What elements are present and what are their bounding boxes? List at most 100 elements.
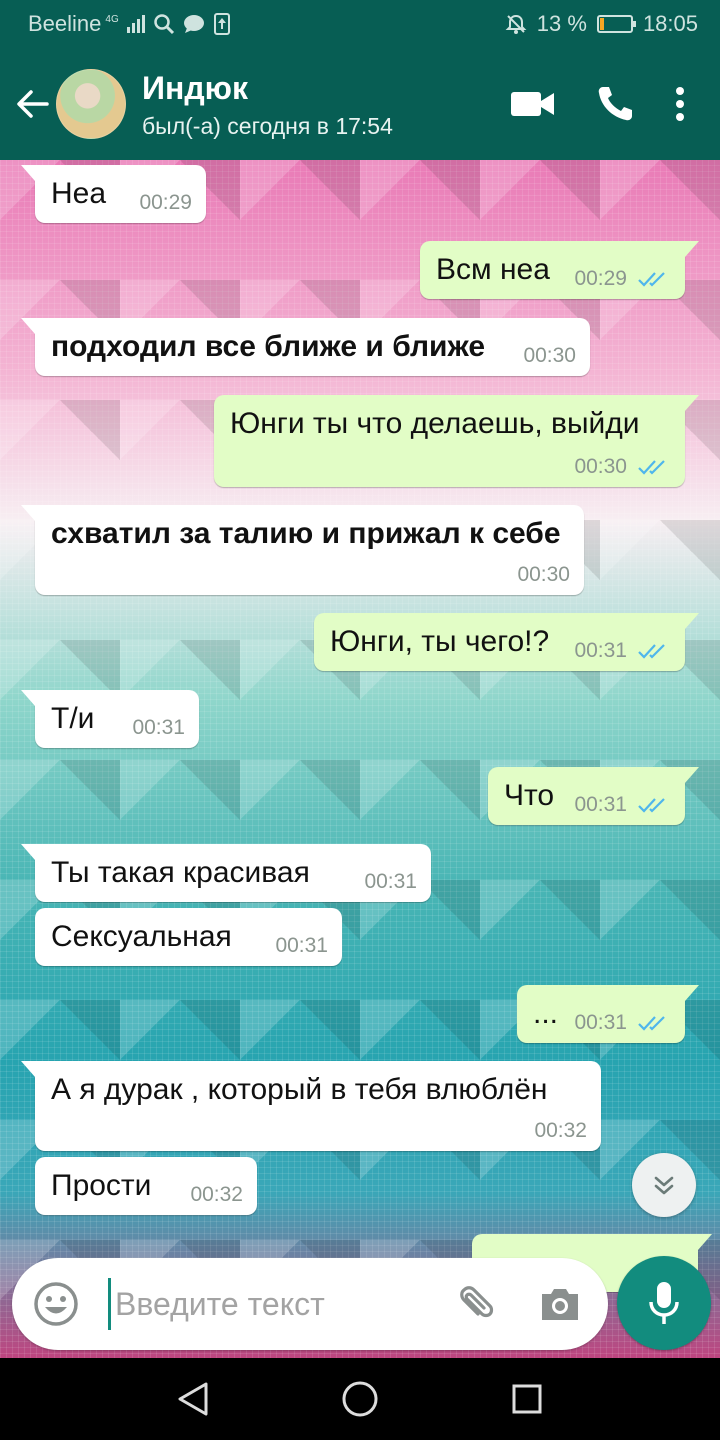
triangle-back-icon [178,1382,208,1416]
message-time: 00:30 [523,344,576,367]
read-ticks-icon [638,272,665,287]
message-text: Сексуальная [51,920,232,953]
read-ticks-icon [638,644,665,659]
message-time: 00:31 [275,934,328,957]
message-time: 00:31 [574,1011,627,1034]
message-meta: 00:31 [275,934,328,958]
paperclip-icon [460,1286,494,1318]
attach-button[interactable] [448,1280,498,1330]
message-input[interactable] [108,1278,438,1330]
more-menu-button[interactable] [650,48,710,160]
message-incoming[interactable]: Сексуальная 00:31 [35,908,342,966]
message-meta: 00:29 [574,267,671,291]
read-ticks-icon [638,460,665,475]
emoji-icon [34,1282,78,1326]
message-time: 00:29 [574,267,627,290]
message-time: 00:32 [534,1119,587,1142]
camera-icon [542,1289,578,1320]
video-call-button[interactable] [498,48,568,160]
message-incoming[interactable]: Ты такая красивая 00:31 [21,844,431,902]
message-meta: 00:31 [574,1011,671,1035]
message-text: Неа [51,177,107,210]
battery-icon [596,15,636,33]
message-time: 00:32 [190,1183,243,1206]
emoji-button[interactable] [32,1280,80,1328]
circle-home-icon [342,1381,378,1417]
message-text: схватил за талию и прижал к себе [51,517,561,550]
message-time: 00:31 [364,870,417,893]
phone-icon [598,87,632,121]
network-type: 4G [105,14,119,25]
status-bar: Beeline 4G 13 % 18:05 [0,0,720,48]
message-outgoing[interactable]: Юнги, ты чего!? 00:31 [314,613,699,671]
message-incoming[interactable]: А я дурак , который в тебя влюблён 00:32 [21,1061,601,1151]
message-text: Прости [51,1169,152,1202]
mic-icon [649,1282,679,1324]
message-text: Т/и [51,702,95,735]
read-ticks-icon [638,798,665,813]
search-icon [153,14,174,35]
message-meta: 00:29 [139,191,192,215]
avatar[interactable] [56,69,126,139]
video-call-icon [511,92,554,116]
message-meta: 00:32 [534,1119,587,1143]
message-text: Что [504,779,555,812]
scroll-to-bottom-button[interactable] [632,1153,696,1217]
message-text: Ты такая красивая [51,856,310,889]
message-text: Юнги ты что делаешь, выйди [230,407,640,440]
message-meta: 00:31 [364,870,417,894]
voice-message-button[interactable] [617,1256,711,1350]
message-time: 00:31 [132,716,185,739]
message-incoming[interactable]: Т/и 00:31 [21,690,199,748]
message-text: Всм неа [436,253,550,286]
status-left: Beeline 4G [28,11,231,37]
message-meta: 00:30 [523,344,576,368]
camera-button[interactable] [538,1282,582,1326]
message-outgoing[interactable]: Что 00:31 [488,767,699,825]
arrow-left-icon [17,90,49,118]
message-incoming[interactable]: подходил все ближе и ближе 00:30 [21,318,590,376]
message-incoming[interactable]: Неа 00:29 [21,165,206,223]
last-seen: был(-а) сегодня в 17:54 [142,112,393,139]
chat-header: Индюк был(-а) сегодня в 17:54 [0,48,720,160]
battery-percent: 13 % [536,11,587,36]
status-right: 13 % 18:05 [505,11,698,37]
message-incoming[interactable]: Прости 00:32 [35,1157,257,1215]
voice-call-button[interactable] [580,48,650,160]
message-time: 00:30 [574,455,627,478]
message-meta: 00:32 [190,1183,243,1207]
nav-home-button[interactable] [320,1364,400,1434]
double-chevron-down-icon [654,1176,674,1195]
message-text: А я дурак , который в тебя влюблён [51,1073,548,1106]
message-time: 00:29 [139,191,192,214]
message-meta: 00:30 [517,563,570,587]
system-navigation-bar [0,1358,720,1440]
message-list[interactable]: Неа 00:29 Всм неа 00:29 подходил все бли… [0,160,720,1360]
nav-back-button[interactable] [153,1364,233,1434]
message-time: 00:31 [574,793,627,816]
nav-recents-button[interactable] [487,1364,567,1434]
message-text: подходил все ближе и ближе [51,330,486,363]
message-meta: 00:31 [574,793,671,817]
message-text: Юнги, ты чего!? [330,625,550,658]
message-time: 00:30 [517,563,570,586]
message-time: 00:31 [574,639,627,662]
message-meta: 00:31 [574,639,671,663]
message-meta: 00:31 [132,716,185,740]
more-vert-icon [676,87,684,121]
message-text: ... [533,997,559,1030]
message-outgoing[interactable]: Юнги ты что делаешь, выйди 00:30 [214,395,699,487]
back-button[interactable] [0,48,58,160]
contact-name: Индюк [142,69,248,106]
message-composer [12,1258,608,1350]
read-ticks-icon [638,1016,665,1031]
contact-info[interactable]: Индюк был(-а) сегодня в 17:54 [142,69,498,140]
message-outgoing[interactable]: Всм неа 00:29 [420,241,699,299]
carrier-label: Beeline [28,11,102,36]
mute-bell-icon [505,14,527,34]
message-meta: 00:30 [574,455,671,479]
message-incoming[interactable]: схватил за талию и прижал к себе 00:30 [21,505,584,595]
upload-notification-icon [213,13,230,35]
signal-icon [126,15,145,33]
message-outgoing[interactable]: ... 00:31 [517,985,699,1043]
